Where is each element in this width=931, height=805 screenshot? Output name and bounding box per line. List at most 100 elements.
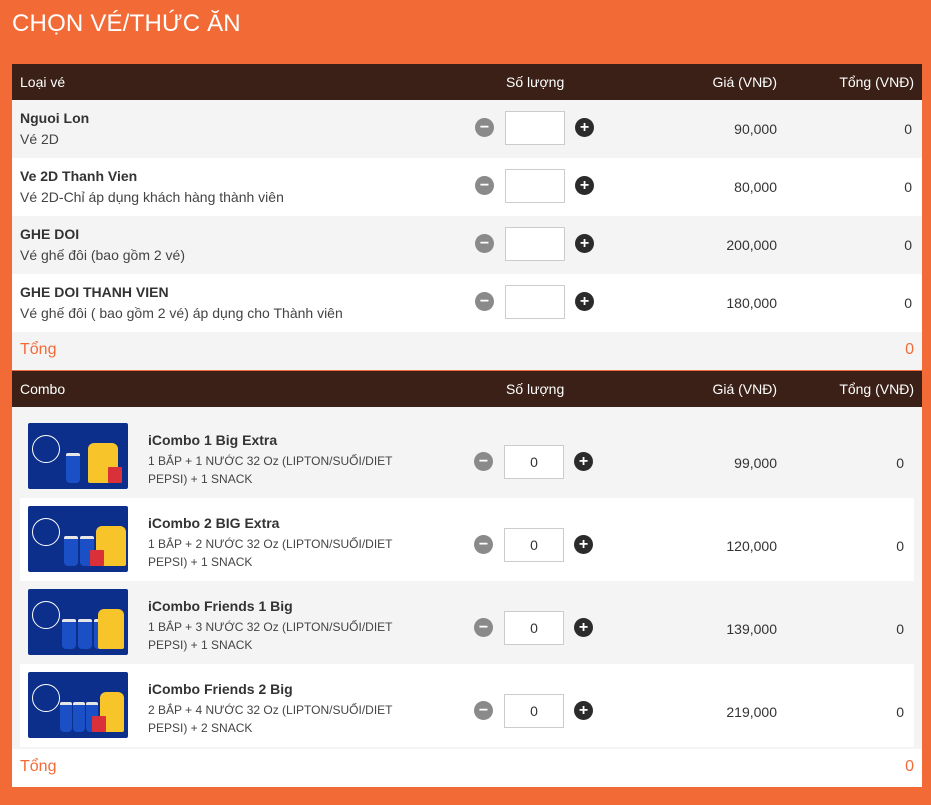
decrease-quantity-button[interactable]: − xyxy=(474,452,493,471)
combo-total: 0 xyxy=(896,704,904,720)
ticket-total: 0 xyxy=(904,121,912,137)
combo-row: iCombo 1 Big Extra 1 BẮP + 1 NƯỚC 32 Oz … xyxy=(20,415,914,498)
combo-description-line: PEPSI) + 1 SNACK xyxy=(148,472,253,486)
quantity-input[interactable] xyxy=(505,169,565,203)
combo-description: 2 BẮP + 4 NƯỚC 32 Oz (LIPTON/SUỐI/DIET P… xyxy=(148,701,398,737)
drink-cup-icon xyxy=(73,702,85,732)
ticket-description: Vé 2D xyxy=(20,131,59,147)
ticket-description: Vé ghế đôi (bao gồm 2 vé) xyxy=(20,247,185,263)
ticket-description: Vé 2D-Chỉ áp dụng khách hàng thành viên xyxy=(20,189,284,205)
combo-description: 1 BẮP + 2 NƯỚC 32 Oz (LIPTON/SUỐI/DIET P… xyxy=(148,535,398,571)
decrease-quantity-button[interactable]: − xyxy=(475,292,494,311)
combo-name: iCombo 2 BIG Extra xyxy=(148,515,280,531)
ticket-price: 90,000 xyxy=(734,121,777,137)
quantity-input[interactable] xyxy=(505,111,565,145)
increase-quantity-button[interactable]: + xyxy=(574,701,593,720)
combo-description-line: PEPSI) + 1 SNACK xyxy=(148,555,253,569)
drink-cup-icon xyxy=(62,619,76,649)
combo-price: 120,000 xyxy=(726,538,777,554)
combo-summary-label: Tổng xyxy=(20,758,57,775)
ticket-name: Ve 2D Thanh Vien xyxy=(20,168,138,184)
drink-cup-icon xyxy=(66,453,80,483)
quantity-input[interactable] xyxy=(505,285,565,319)
header-price: Giá (VNĐ) xyxy=(712,74,777,90)
combo-badge-icon xyxy=(32,518,60,546)
combo-name: iCombo Friends 1 Big xyxy=(148,598,293,614)
combo-table-header: Combo Số lượng Giá (VNĐ) Tổng (VNĐ) xyxy=(12,371,922,407)
decrease-quantity-button[interactable]: − xyxy=(475,176,494,195)
combo-name: iCombo 1 Big Extra xyxy=(148,432,278,448)
quantity-input[interactable] xyxy=(504,445,564,479)
snack-icon xyxy=(92,716,106,732)
ticket-row: GHE DOI THANH VIEN Vé ghế đôi ( bao gồm … xyxy=(12,274,922,332)
ticket-description: Vé ghế đôi ( bao gồm 2 vé) áp dụng cho T… xyxy=(20,305,343,321)
quantity-input[interactable] xyxy=(504,528,564,562)
combo-price: 99,000 xyxy=(734,455,777,471)
combo-name: iCombo Friends 2 Big xyxy=(148,681,293,697)
combo-description: 1 BẮP + 3 NƯỚC 32 Oz (LIPTON/SUỐI/DIET P… xyxy=(148,618,398,654)
combo-description-line: 1 BẮP + 2 NƯỚC 32 Oz (LIPTON/SUỐI/DIET xyxy=(148,537,393,551)
ticket-price: 200,000 xyxy=(726,237,777,253)
combo-image xyxy=(28,672,128,738)
increase-quantity-button[interactable]: + xyxy=(575,176,594,195)
increase-quantity-button[interactable]: + xyxy=(574,452,593,471)
combo-total: 0 xyxy=(896,621,904,637)
snack-icon xyxy=(108,467,122,483)
ticket-row: GHE DOI Vé ghế đôi (bao gồm 2 vé) − + 20… xyxy=(12,216,922,274)
ticket-total: 0 xyxy=(904,295,912,311)
popcorn-icon xyxy=(98,609,124,649)
combo-image xyxy=(28,589,128,655)
ticket-panel: Loại vé Số lượng Giá (VNĐ) Tổng (VNĐ) Ng… xyxy=(12,64,922,370)
decrease-quantity-button[interactable]: − xyxy=(475,118,494,137)
combo-image xyxy=(28,423,128,489)
combo-description-line: 2 BẮP + 4 NƯỚC 32 Oz (LIPTON/SUỐI/DIET xyxy=(148,703,393,717)
increase-quantity-button[interactable]: + xyxy=(574,618,593,637)
ticket-price: 180,000 xyxy=(726,295,777,311)
ticket-total: 0 xyxy=(904,179,912,195)
quantity-input[interactable] xyxy=(504,611,564,645)
combo-description: 1 BẮP + 1 NƯỚC 32 Oz (LIPTON/SUỐI/DIET P… xyxy=(148,452,398,488)
drink-cup-icon xyxy=(78,619,92,649)
snack-icon xyxy=(90,550,104,566)
decrease-quantity-button[interactable]: − xyxy=(474,618,493,637)
increase-quantity-button[interactable]: + xyxy=(575,292,594,311)
decrease-quantity-button[interactable]: − xyxy=(474,535,493,554)
quantity-input[interactable] xyxy=(505,227,565,261)
ticket-name: GHE DOI xyxy=(20,226,80,242)
combo-total: 0 xyxy=(896,538,904,554)
combo-badge-icon xyxy=(32,435,60,463)
combo-summary-row: Tổng 0 xyxy=(12,749,922,787)
ticket-row: Ve 2D Thanh Vien Vé 2D-Chỉ áp dụng khách… xyxy=(12,158,922,216)
combo-total: 0 xyxy=(896,455,904,471)
combo-price: 139,000 xyxy=(726,621,777,637)
combo-description-line: PEPSI) + 1 SNACK xyxy=(148,638,253,652)
ticket-summary-value: 0 xyxy=(905,341,914,358)
ticket-total: 0 xyxy=(904,237,912,253)
decrease-quantity-button[interactable]: − xyxy=(474,701,493,720)
combo-panel: Combo Số lượng Giá (VNĐ) Tổng (VNĐ) iCom… xyxy=(12,371,922,787)
combo-description-line: 1 BẮP + 3 NƯỚC 32 Oz (LIPTON/SUỐI/DIET xyxy=(148,620,393,634)
increase-quantity-button[interactable]: + xyxy=(575,118,594,137)
ticket-table-header: Loại vé Số lượng Giá (VNĐ) Tổng (VNĐ) xyxy=(12,64,922,100)
combo-badge-icon xyxy=(32,601,60,629)
header-combo: Combo xyxy=(20,381,66,397)
decrease-quantity-button[interactable]: − xyxy=(475,234,494,253)
header-quantity: Số lượng xyxy=(506,381,565,397)
ticket-summary-label: Tổng xyxy=(20,341,57,358)
increase-quantity-button[interactable]: + xyxy=(575,234,594,253)
quantity-input[interactable] xyxy=(504,694,564,728)
drink-cup-icon xyxy=(60,702,72,732)
combo-row: iCombo Friends 1 Big 1 BẮP + 3 NƯỚC 32 O… xyxy=(20,581,914,664)
header-total: Tổng (VNĐ) xyxy=(839,381,914,397)
combo-summary-value: 0 xyxy=(905,758,914,775)
ticket-summary-row: Tổng 0 xyxy=(12,332,922,370)
page-title: CHỌN VÉ/THỨC ĂN xyxy=(12,10,241,37)
combo-list: iCombo 1 Big Extra 1 BẮP + 1 NƯỚC 32 Oz … xyxy=(12,407,922,749)
ticket-price: 80,000 xyxy=(734,179,777,195)
ticket-row: Nguoi Lon Vé 2D − + 90,000 0 xyxy=(12,100,922,158)
increase-quantity-button[interactable]: + xyxy=(574,535,593,554)
ticket-name: GHE DOI THANH VIEN xyxy=(20,284,169,300)
combo-badge-icon xyxy=(32,684,60,712)
header-quantity: Số lượng xyxy=(506,74,565,90)
combo-price: 219,000 xyxy=(726,704,777,720)
